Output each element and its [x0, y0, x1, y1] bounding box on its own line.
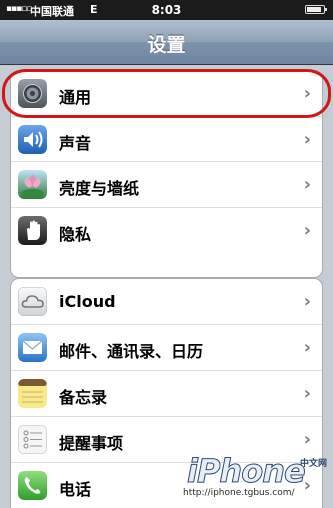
highlight-circle	[2, 69, 331, 118]
settings-row-label: 亮度与墙纸	[59, 179, 140, 198]
watermark-tag: 中文网	[299, 459, 327, 469]
speaker-icon	[18, 125, 47, 154]
watermark-logo: iPhone 中文网 http://iphone.tgbus.com/	[183, 452, 331, 499]
settings-row-label: iCloud	[59, 292, 116, 311]
settings-row-privacy[interactable]: 隐私 ›	[11, 207, 322, 253]
settings-row-label: 提醒事项	[59, 434, 124, 453]
chevron-right-icon: ›	[303, 220, 311, 241]
status-time: 8:03	[151, 3, 182, 17]
settings-row-sounds[interactable]: 声音 ›	[11, 116, 322, 161]
chevron-right-icon: ›	[303, 429, 311, 450]
chevron-right-icon: ›	[303, 337, 311, 358]
watermark-brand: iPhone	[187, 452, 307, 491]
chevron-right-icon: ›	[303, 174, 311, 195]
notes-icon	[18, 379, 47, 408]
status-bar: ▪▪▪▫▫ 中国联通 E 8:03	[0, 0, 333, 20]
battery-icon	[305, 5, 327, 14]
settings-row-notes[interactable]: 备忘录 ›	[11, 370, 322, 416]
chevron-right-icon: ›	[303, 291, 311, 312]
settings-row-brightness-wallpaper[interactable]: 亮度与墙纸 ›	[11, 161, 322, 207]
settings-row-label: 隐私	[59, 225, 92, 244]
settings-row-label: 邮件、通讯录、日历	[59, 342, 204, 361]
navigation-bar: 设置	[0, 20, 333, 65]
settings-row-label: 备忘录	[59, 388, 108, 407]
cloud-icon	[18, 287, 47, 316]
settings-row-label: 声音	[59, 134, 92, 153]
settings-row-icloud[interactable]: iCloud ›	[11, 279, 322, 324]
watermark-url: http://iphone.tgbus.com/	[183, 488, 295, 498]
settings-row-mail-contacts-calendar[interactable]: 邮件、通讯录、日历 ›	[11, 324, 322, 370]
chevron-right-icon: ›	[303, 383, 311, 404]
chevron-right-icon: ›	[303, 129, 311, 150]
settings-row-label: 电话	[59, 480, 92, 499]
page-title: 设置	[147, 34, 186, 56]
hand-icon	[18, 216, 47, 245]
mail-icon	[18, 333, 47, 362]
phone-icon	[18, 471, 47, 500]
checklist-icon	[18, 425, 47, 454]
flower-icon	[18, 170, 47, 199]
